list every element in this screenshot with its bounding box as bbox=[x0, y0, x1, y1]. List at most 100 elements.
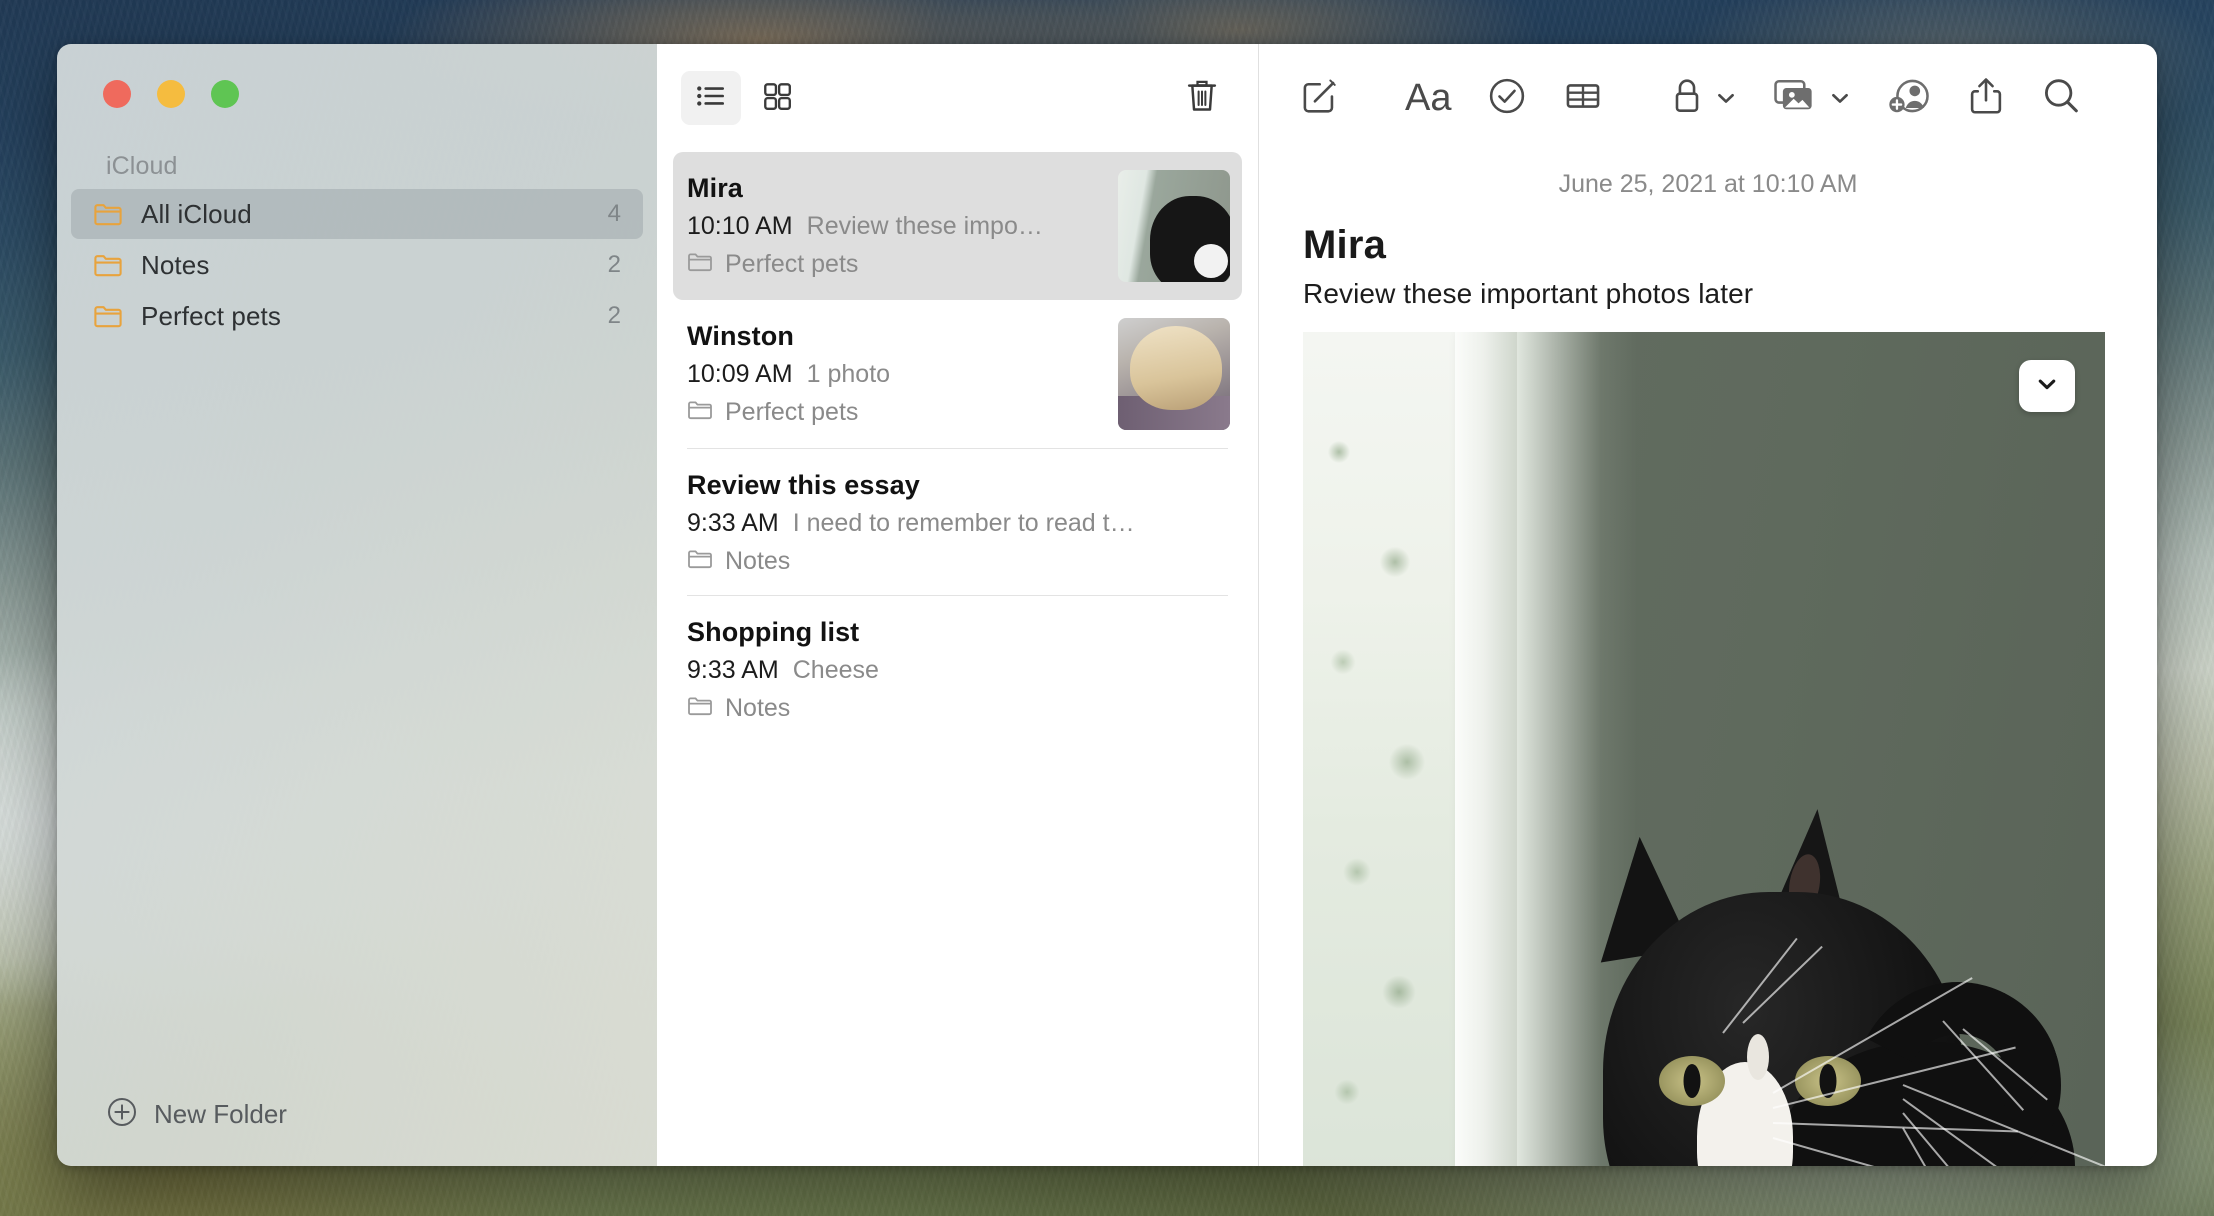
checklist-button[interactable] bbox=[1487, 68, 1527, 128]
folder-icon bbox=[687, 546, 713, 577]
folder-icon bbox=[93, 250, 123, 280]
note-item-thumbnail bbox=[1118, 170, 1230, 282]
note-item-text: Shopping list 9:33 AM Cheese Notes bbox=[687, 614, 1230, 724]
minimize-window-button[interactable] bbox=[157, 80, 185, 108]
note-item-folder-name: Notes bbox=[725, 547, 791, 575]
note-item-time: 10:10 AM bbox=[687, 212, 793, 240]
delete-note-button[interactable] bbox=[1174, 70, 1230, 126]
close-window-button[interactable] bbox=[103, 80, 131, 108]
note-list-item[interactable]: Mira 10:10 AM Review these impo… Perfect… bbox=[673, 152, 1242, 300]
note-list-item[interactable]: Winston 10:09 AM 1 photo Perfect pets bbox=[673, 300, 1242, 448]
note-item-text: Winston 10:09 AM 1 photo Perfect pets bbox=[687, 318, 1106, 428]
note-item-title: Shopping list bbox=[687, 617, 860, 647]
photos-icon bbox=[1773, 77, 1819, 120]
note-list-pane: Mira 10:10 AM Review these impo… Perfect… bbox=[657, 44, 1259, 1166]
new-folder-button[interactable]: New Folder bbox=[57, 1097, 657, 1166]
sidebar-item-label: Perfect pets bbox=[141, 300, 281, 331]
note-item-folder: Perfect pets bbox=[687, 397, 1106, 428]
chevron-down-icon[interactable] bbox=[1715, 87, 1737, 109]
note-item-title: Mira bbox=[687, 173, 743, 203]
add-person-icon bbox=[1887, 76, 1931, 121]
plus-circle-icon bbox=[107, 1097, 137, 1132]
folder-icon bbox=[93, 301, 123, 331]
format-text-button[interactable]: Aa bbox=[1405, 68, 1451, 128]
compose-icon bbox=[1299, 76, 1339, 121]
note-item-meta: 9:33 AM Cheese bbox=[687, 656, 1230, 685]
chevron-down-icon bbox=[2035, 372, 2059, 401]
folder-icon bbox=[93, 199, 123, 229]
photo-window-frame bbox=[1455, 332, 1517, 1166]
note-item-folder-name: Notes bbox=[725, 694, 791, 722]
sidebar-item-label: All iCloud bbox=[141, 198, 252, 229]
note-item-folder: Perfect pets bbox=[687, 249, 1106, 280]
chevron-down-icon[interactable] bbox=[1829, 87, 1851, 109]
note-item-meta: 9:33 AM I need to remember to read t… bbox=[687, 509, 1230, 538]
notes-app-window: iCloud All iCloud 4 Notes 2 Perfect pets… bbox=[57, 44, 2157, 1166]
sidebar-item-notes[interactable]: Notes 2 bbox=[71, 240, 643, 290]
note-item-text: Mira 10:10 AM Review these impo… Perfect… bbox=[687, 170, 1106, 280]
list-view-button[interactable] bbox=[681, 71, 741, 125]
checkmark-circle-icon bbox=[1487, 76, 1527, 121]
note-item-snippet: I need to remember to read t… bbox=[792, 509, 1135, 537]
share-icon bbox=[1967, 76, 2005, 121]
search-icon bbox=[2041, 76, 2081, 121]
note-item-folder-name: Perfect pets bbox=[725, 250, 859, 278]
folder-icon bbox=[687, 693, 713, 724]
sidebar-item-all-icloud[interactable]: All iCloud 4 bbox=[71, 189, 643, 239]
note-list-item[interactable]: Review this essay 9:33 AM I need to reme… bbox=[673, 449, 1242, 595]
photo-options-button[interactable] bbox=[2019, 360, 2075, 412]
gallery-view-button[interactable] bbox=[747, 71, 807, 125]
table-button[interactable] bbox=[1563, 68, 1603, 128]
share-button[interactable] bbox=[1967, 68, 2005, 128]
note-list-item[interactable]: Shopping list 9:33 AM Cheese Notes bbox=[673, 596, 1242, 742]
sidebar-item-count: 2 bbox=[607, 251, 621, 278]
compose-note-button[interactable] bbox=[1299, 68, 1339, 128]
note-item-time: 10:09 AM bbox=[687, 360, 793, 388]
new-folder-label: New Folder bbox=[154, 1099, 287, 1129]
note-attachment-photo[interactable] bbox=[1303, 332, 2105, 1166]
folder-icon bbox=[687, 249, 713, 280]
add-people-button[interactable] bbox=[1887, 68, 1931, 128]
note-item-folder-name: Perfect pets bbox=[725, 398, 859, 426]
cat-blaze bbox=[1747, 1034, 1769, 1080]
sidebar-item-label: Notes bbox=[141, 249, 210, 280]
sidebar: iCloud All iCloud 4 Notes 2 Perfect pets… bbox=[57, 44, 657, 1166]
view-mode-segmented-control bbox=[681, 71, 807, 125]
list-bullet-icon bbox=[695, 80, 727, 117]
note-item-meta: 10:09 AM 1 photo bbox=[687, 360, 1106, 389]
sidebar-section-title: iCloud bbox=[106, 152, 178, 180]
aa-text-icon: Aa bbox=[1405, 77, 1452, 119]
note-list: Mira 10:10 AM Review these impo… Perfect… bbox=[657, 152, 1258, 742]
note-item-text: Review this essay 9:33 AM I need to reme… bbox=[687, 467, 1230, 577]
note-item-thumbnail bbox=[1118, 318, 1230, 430]
note-item-folder: Notes bbox=[687, 546, 1230, 577]
note-list-toolbar bbox=[657, 44, 1258, 152]
note-item-snippet: 1 photo bbox=[806, 360, 891, 388]
window-controls bbox=[57, 44, 657, 108]
lock-icon bbox=[1669, 76, 1705, 121]
sidebar-folder-list: All iCloud 4 Notes 2 Perfect pets 2 bbox=[57, 189, 657, 342]
folder-icon bbox=[687, 397, 713, 428]
note-item-title: Winston bbox=[687, 321, 794, 351]
note-item-folder: Notes bbox=[687, 693, 1230, 724]
note-detail-toolbar: Aa bbox=[1259, 44, 2157, 152]
media-button[interactable] bbox=[1773, 68, 1851, 128]
cat-eye-left bbox=[1659, 1056, 1725, 1106]
note-item-snippet: Cheese bbox=[792, 656, 879, 684]
sidebar-item-count: 4 bbox=[607, 200, 621, 227]
note-detail-pane: Aa June 25, 2021 at 10:10 AM Mira Review… bbox=[1259, 44, 2157, 1166]
lock-note-button[interactable] bbox=[1669, 68, 1737, 128]
sidebar-item-perfect-pets[interactable]: Perfect pets 2 bbox=[71, 291, 643, 341]
trash-icon bbox=[1185, 78, 1219, 119]
note-item-time: 9:33 AM bbox=[687, 656, 779, 684]
note-item-time: 9:33 AM bbox=[687, 509, 779, 537]
zoom-window-button[interactable] bbox=[211, 80, 239, 108]
note-title: Mira bbox=[1303, 223, 1387, 267]
note-date: June 25, 2021 at 10:10 AM bbox=[1558, 170, 1858, 198]
note-body-text[interactable]: Review these important photos later bbox=[1303, 268, 2113, 310]
search-button[interactable] bbox=[2041, 68, 2081, 128]
note-item-title: Review this essay bbox=[687, 470, 920, 500]
note-item-snippet: Review these impo… bbox=[806, 212, 1043, 240]
grid-icon bbox=[761, 80, 793, 117]
photo-window bbox=[1303, 332, 1455, 1166]
